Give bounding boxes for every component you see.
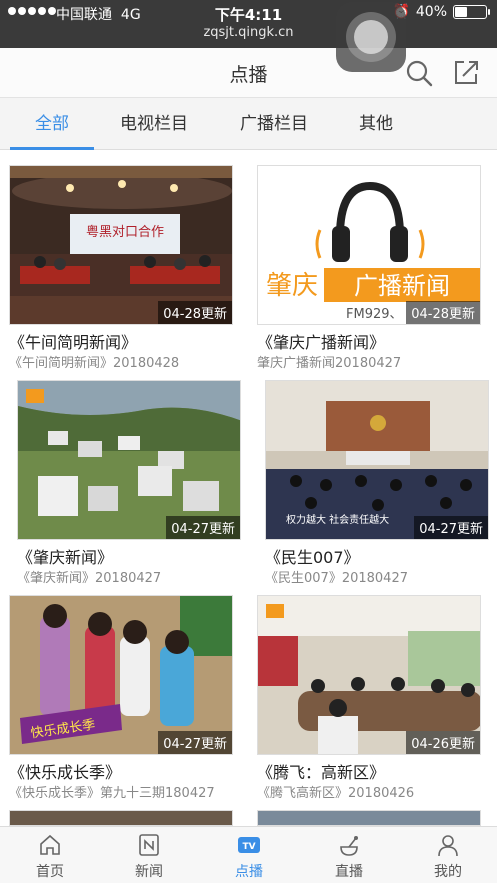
program-title[interactable]: 《肇庆新闻》 (17, 544, 257, 568)
program-title[interactable]: 《午间简明新闻》 (9, 329, 249, 353)
program-thumbnail[interactable]: 04-27更新 (17, 380, 241, 540)
update-date-badge: 04-27更新 (158, 731, 232, 754)
news-icon (139, 834, 159, 856)
tab-radio-programs[interactable]: 广播栏目 (228, 98, 320, 150)
program-thumbnail[interactable]: 权力越大 社会责任越大 04-27更新 (265, 380, 489, 540)
nav-label: 我的 (434, 864, 462, 880)
update-date-badge: 04-28更新 (158, 301, 232, 324)
search-icon[interactable] (404, 58, 434, 88)
thumbnail-logo-text-3: FM929、 (346, 307, 403, 322)
program-subtitle: 《腾飞高新区》20180426 (257, 786, 415, 801)
update-date-badge: 04-26更新 (406, 731, 480, 754)
battery-percent: 40% (415, 4, 447, 20)
update-date-badge: 04-27更新 (166, 516, 240, 539)
nav-label: 点播 (235, 864, 263, 880)
share-icon[interactable] (452, 58, 480, 86)
program-title[interactable]: 《快乐成长季》 (9, 759, 249, 783)
category-tabs: 全部 电视栏目 广播栏目 其他 (0, 98, 497, 150)
program-subtitle: 《肇庆新闻》20180427 (17, 571, 162, 586)
program-thumbnail[interactable] (9, 810, 233, 826)
nav-mine[interactable]: 我的 (408, 827, 488, 883)
program-thumbnail[interactable]: 粤黑对口合作 04-28更新 (9, 165, 233, 325)
assistive-touch-button[interactable] (336, 2, 406, 72)
page-url: zqsjt.qingk.cn (203, 25, 294, 40)
home-icon (40, 834, 60, 855)
tab-other[interactable]: 其他 (346, 98, 406, 150)
user-icon (438, 835, 458, 857)
program-subtitle: 《民生007》20180427 (265, 571, 408, 586)
thumbnail-banner-text: 粤黑对口合作 (86, 224, 164, 240)
program-title[interactable]: 《肇庆广播新闻》 (257, 329, 497, 353)
tab-all[interactable]: 全部 (10, 98, 94, 150)
program-title[interactable]: 《腾飞：高新区》 (257, 759, 497, 783)
program-thumbnail[interactable]: 04-26更新 (257, 595, 481, 755)
program-thumbnail[interactable] (257, 810, 481, 826)
nav-vod[interactable]: TV 点播 (209, 827, 289, 883)
update-date-badge: 04-28更新 (406, 301, 480, 324)
tv-icon: TV (238, 837, 260, 853)
thumbnail-logo-text-1: 肇庆 (266, 271, 318, 301)
thumbnail-caption-text: 权力越大 社会责任越大 (286, 513, 389, 526)
thumbnail-logo-text-2: 广播新闻 (354, 272, 450, 300)
nav-label: 首页 (36, 864, 64, 880)
program-subtitle: 肇庆广播新闻20180427 (257, 356, 402, 371)
nav-home[interactable]: 首页 (10, 827, 90, 883)
program-title[interactable]: 《民生007》 (265, 544, 497, 568)
nav-live[interactable]: 直播 (309, 827, 389, 883)
bottom-navigation: 首页 新闻 TV 点播 直播 我的 (0, 826, 497, 883)
tab-tv-programs[interactable]: 电视栏目 (108, 98, 200, 150)
program-subtitle: 《快乐成长季》第九十三期180427 (9, 786, 215, 801)
nav-label: 直播 (335, 864, 363, 880)
status-bar: 中国联通 4G 下午4:11 ⏰ 40% zqsjt.qingk.cn (0, 0, 497, 48)
svg-text:TV: TV (242, 842, 255, 852)
program-subtitle: 《午间简明新闻》20180428 (9, 356, 180, 371)
nav-news[interactable]: 新闻 (109, 827, 189, 883)
update-date-badge: 04-27更新 (414, 516, 488, 539)
app-header: 点播 (0, 48, 497, 98)
broadcast-icon (340, 836, 358, 856)
program-thumbnail[interactable]: 肇庆 广播新闻 FM929、 04-28更新 (257, 165, 481, 325)
nav-label: 新闻 (135, 864, 163, 880)
program-thumbnail[interactable]: 快乐成长季 04-27更新 (9, 595, 233, 755)
battery-icon (453, 5, 490, 19)
